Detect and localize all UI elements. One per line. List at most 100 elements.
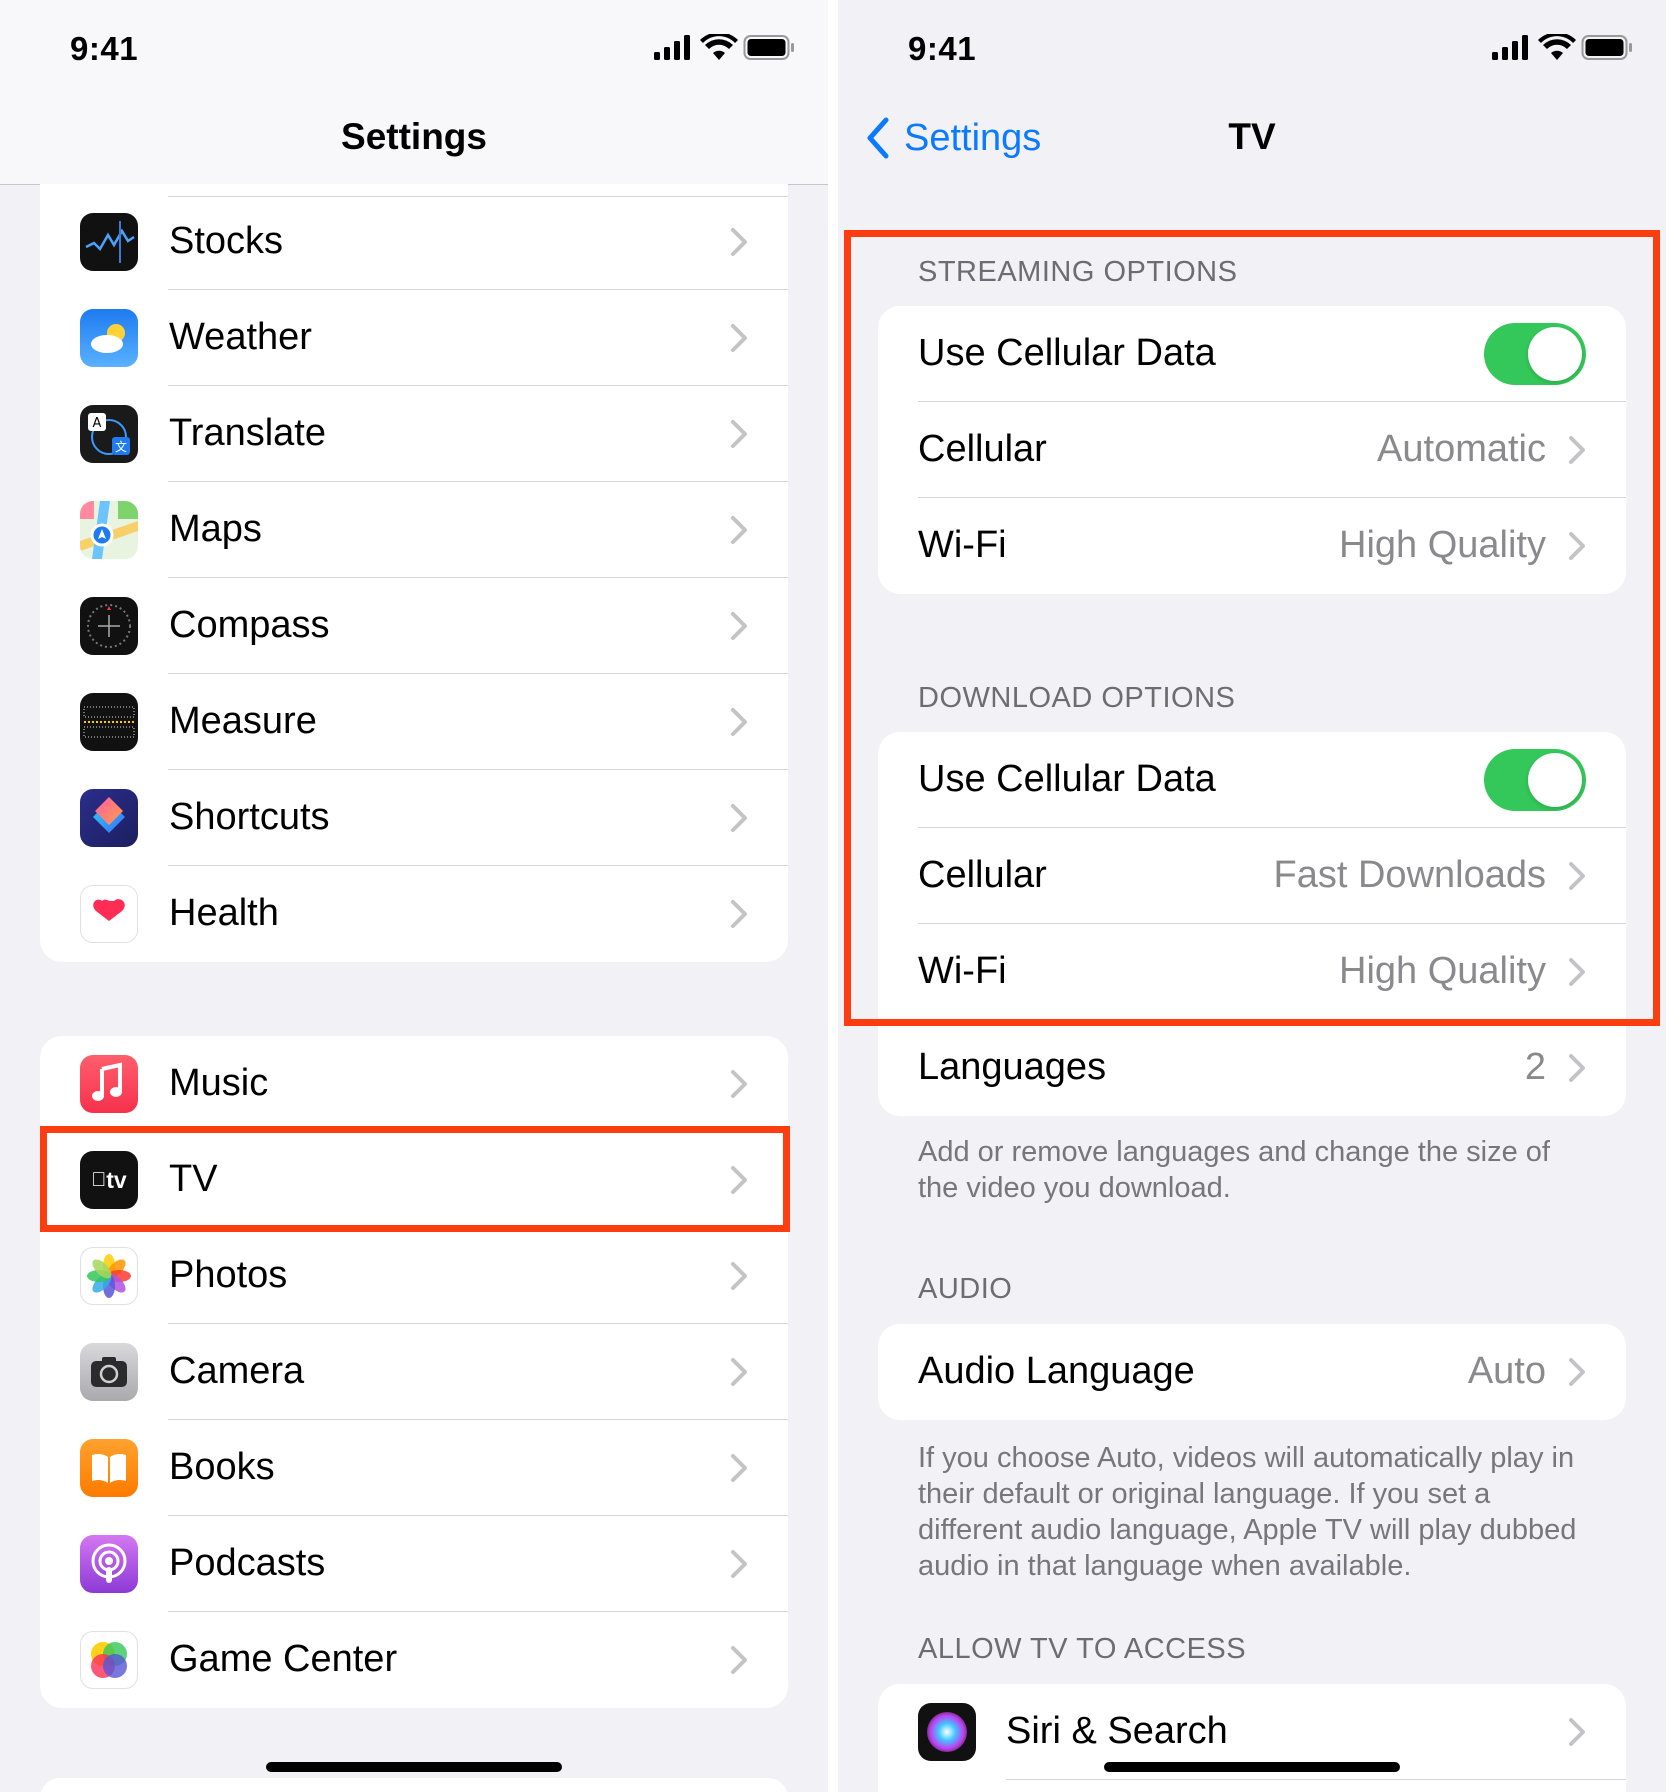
camera-icon [80, 1343, 138, 1401]
podcasts-icon [80, 1535, 138, 1593]
apps-group-2: Music  tv TV [40, 1036, 788, 1708]
row-value: Automatic [1377, 428, 1546, 470]
music-icon [80, 1055, 138, 1113]
row-label: Books [169, 1446, 275, 1488]
svg-text:A: A [93, 416, 102, 431]
chevron-right-icon [730, 1357, 748, 1392]
battery-icon [1581, 35, 1632, 60]
languages-row[interactable]: Languages 2 [878, 1020, 1626, 1116]
row-value: High Quality [1339, 950, 1546, 992]
status-bar: 9:41 [0, 0, 828, 100]
audio-footer-note: If you choose Auto, videos will automati… [918, 1442, 1577, 1582]
chevron-right-icon [1568, 1053, 1586, 1088]
settings-row-health[interactable]: Health [40, 866, 788, 962]
chevron-right-icon [730, 515, 748, 550]
battery-icon [743, 35, 794, 60]
row-label: Cellular [918, 854, 1047, 896]
row-label: Health [169, 892, 279, 934]
row-label: Languages [918, 1046, 1107, 1088]
tv-icon-text: tv [98, 1166, 126, 1193]
audio-language-row[interactable]: Audio Language Auto [878, 1324, 1626, 1420]
settings-row-books[interactable]: Books [40, 1420, 788, 1516]
row-label: Compass [169, 604, 330, 646]
svg-text:文: 文 [115, 439, 127, 454]
row-value: 2 [1524, 1046, 1546, 1088]
row-label: Measure [169, 700, 317, 742]
settings-row-podcasts[interactable]: Podcasts [40, 1516, 788, 1612]
siri-icon [918, 1703, 976, 1761]
download-footer-note: Add or remove languages and change the s… [918, 1136, 1550, 1204]
settings-screen: 9:41 Settings Stocks Weather A 文 Transla… [0, 0, 828, 1792]
game-center-icon [80, 1631, 138, 1689]
status-time: 9:41 [908, 30, 977, 67]
settings-row-translate[interactable]: A文 Translate [40, 386, 788, 482]
home-indicator[interactable] [1104, 1762, 1400, 1772]
streaming-wifi-row[interactable]: Wi-Fi High Quality [878, 498, 1626, 594]
row-value: High Quality [1339, 524, 1546, 566]
row-label: Photos [169, 1254, 288, 1296]
download-options-header: DOWNLOAD OPTIONS [918, 682, 1236, 714]
row-label: Shortcuts [169, 796, 330, 838]
status-bar: 9:41 [838, 0, 1666, 100]
settings-row-stocks[interactable]: Stocks [40, 194, 788, 290]
books-icon [80, 1439, 138, 1497]
chevron-right-icon [1568, 531, 1586, 566]
allow-access-group: Siri & Search [878, 1684, 1626, 1792]
chevron-right-icon [1568, 435, 1586, 470]
settings-row-camera[interactable]: Camera [40, 1324, 788, 1420]
row-value: Fast Downloads [1273, 854, 1546, 896]
compass-icon [80, 597, 138, 655]
chevron-right-icon [1568, 861, 1586, 896]
row-label: Use Cellular Data [918, 332, 1216, 374]
chevron-right-icon [730, 1069, 748, 1104]
download-options-group: Use Cellular Data Cellular Fast Download… [878, 732, 1626, 1116]
wifi-icon [1538, 32, 1576, 60]
translate-icon: A文 [80, 405, 138, 463]
download-cellular-row[interactable]: Cellular Fast Downloads [878, 828, 1626, 924]
chevron-right-icon [730, 1549, 748, 1584]
status-time: 9:41 [70, 30, 139, 67]
stocks-icon [80, 213, 138, 271]
row-label: Translate [169, 412, 326, 454]
row-label: Wi-Fi [918, 524, 1007, 566]
streaming-cellular-row[interactable]: Cellular Automatic [878, 402, 1626, 498]
status-icons [1492, 32, 1632, 67]
settings-row-photos[interactable]: Photos [40, 1228, 788, 1324]
cellular-signal-icon [1492, 35, 1528, 60]
apps-group-1: Stocks Weather A文 Translate Maps Compass… [40, 184, 788, 962]
settings-row-game-center[interactable]: Game Center [40, 1612, 788, 1708]
tv-icon:  tv [80, 1151, 138, 1209]
chevron-right-icon [1568, 1357, 1586, 1392]
settings-row-weather[interactable]: Weather [40, 290, 788, 386]
page-title: Settings [341, 116, 487, 157]
weather-icon [80, 309, 138, 367]
row-label: Wi-Fi [918, 950, 1007, 992]
streaming-options-group: Use Cellular Data Cellular Automatic Wi-… [878, 306, 1626, 594]
nav-bar: Settings [0, 100, 828, 184]
row-label: Camera [169, 1350, 305, 1392]
settings-row-compass[interactable]: Compass [40, 578, 788, 674]
chevron-right-icon [730, 803, 748, 838]
settings-row-measure[interactable]: Measure [40, 674, 788, 770]
download-use-cellular-row: Use Cellular Data [878, 732, 1626, 828]
chevron-right-icon [730, 227, 748, 262]
row-label: Stocks [169, 220, 284, 262]
row-label: Audio Language [918, 1350, 1195, 1392]
chevron-right-icon [1568, 957, 1586, 992]
settings-row-shortcuts[interactable]: Shortcuts [40, 770, 788, 866]
settings-row-maps[interactable]: Maps [40, 482, 788, 578]
row-label: Use Cellular Data [918, 758, 1216, 800]
download-cellular-toggle[interactable] [1484, 749, 1586, 811]
row-label: TV [169, 1158, 218, 1200]
settings-row-music[interactable]: Music [40, 1036, 788, 1132]
row-label: Game Center [169, 1638, 398, 1680]
chevron-right-icon [730, 323, 748, 358]
chevron-right-icon [730, 1645, 748, 1680]
row-label: Maps [169, 508, 262, 550]
download-wifi-row[interactable]: Wi-Fi High Quality [878, 924, 1626, 1020]
audio-header: AUDIO [918, 1273, 1013, 1305]
settings-row-tv[interactable]:  tv TV [40, 1132, 788, 1228]
streaming-cellular-toggle[interactable] [1484, 323, 1586, 385]
chevron-right-icon [730, 1261, 748, 1296]
home-indicator[interactable] [266, 1762, 562, 1772]
